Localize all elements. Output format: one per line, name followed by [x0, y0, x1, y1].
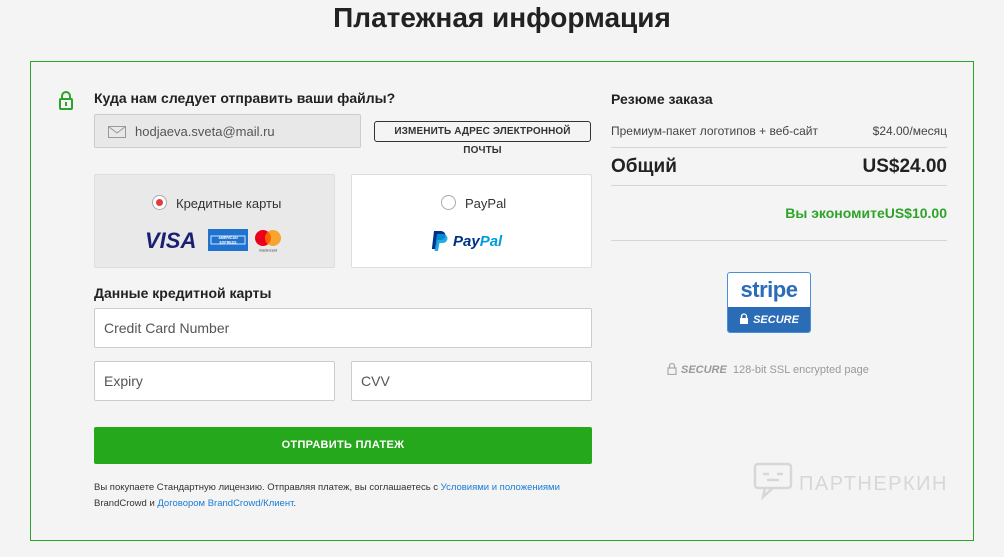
ssl-text: 128-bit SSL encrypted page — [732, 364, 869, 376]
svg-text:PayPal: PayPal — [453, 233, 503, 250]
change-email-button[interactable]: ИЗМЕНИТЬ АДРЕС ЭЛЕКТРОННОЙ ПОЧТЫ — [374, 121, 591, 156]
watermark: ПАРТНЕРКИН — [753, 462, 948, 501]
mail-icon — [108, 126, 126, 138]
legal-text: Вы покупаете Стандартную лицензию. Отпра… — [94, 480, 594, 512]
card-logos: VISA AMERICAN EXPRESS mastercard — [145, 228, 281, 253]
page-title: Платежная информация — [333, 2, 671, 33]
legal-text-part-3: . — [293, 498, 297, 509]
watermark-icon — [753, 462, 793, 501]
credit-card-radio[interactable] — [152, 195, 167, 210]
terms-link[interactable]: Условиями и положениями — [441, 482, 560, 493]
lock-icon — [59, 91, 73, 110]
summary-heading: Резюме заказа — [611, 91, 713, 107]
legal-text-part-1: Вы покупаете Стандартную лицензию. Отпра… — [94, 482, 441, 493]
visa-logo: VISA — [145, 228, 196, 253]
card-number-input[interactable]: Credit Card Number — [94, 308, 592, 348]
legal-text-part-2: BrandCrowd и — [94, 498, 158, 509]
payment-option-paypal[interactable]: PayPal PayPal — [351, 174, 592, 268]
paypal-logo: PayPal — [431, 231, 503, 251]
ssl-secure-label: SECURE — [681, 364, 727, 376]
summary-divider-middle — [611, 185, 947, 186]
payment-option-credit-card[interactable]: Кредитные карты VISA AMERICAN EXPRESS ma… — [94, 174, 335, 268]
summary-divider-bottom — [611, 240, 947, 241]
summary-item-price: $24.00/месяц — [872, 124, 947, 138]
agreement-link[interactable]: Договором BrandCrowd/Клиент — [157, 498, 293, 509]
watermark-text: ПАРТНЕРКИН — [799, 473, 948, 495]
email-value: hodjaeva.sveta@mail.ru — [135, 124, 275, 139]
paypal-label: PayPal — [465, 196, 507, 211]
card-details-heading: Данные кредитной карты — [94, 285, 272, 301]
expiry-input[interactable]: Expiry — [94, 361, 335, 401]
ssl-notice: SECURE 128-bit SSL encrypted page — [667, 362, 869, 376]
stripe-secure-badge: stripe SECURE — [727, 272, 811, 333]
credit-card-label: Кредитные карты — [176, 196, 282, 211]
stripe-secure-bar: SECURE — [728, 307, 810, 332]
savings-text: Вы экономитеUS$10.00 — [785, 205, 947, 221]
ssl-lock-icon — [667, 362, 677, 376]
svg-text:EXPRESS: EXPRESS — [220, 240, 238, 244]
total-label: Общий — [611, 156, 677, 177]
svg-text:mastercard: mastercard — [259, 249, 277, 253]
paypal-radio[interactable] — [441, 195, 456, 210]
delivery-heading: Куда нам следует отправить ваши файлы? — [94, 90, 396, 106]
stripe-brand: stripe — [740, 277, 798, 302]
stripe-secure-text: SECURE — [753, 314, 799, 326]
email-field[interactable]: hodjaeva.sveta@mail.ru — [94, 114, 361, 148]
cvv-input[interactable]: CVV — [351, 361, 592, 401]
submit-payment-button[interactable]: ОТПРАВИТЬ ПЛАТЕЖ — [94, 427, 592, 464]
summary-divider-top — [611, 147, 947, 148]
summary-item-label: Премиум-пакет логотипов + веб-сайт — [611, 124, 818, 138]
total-value: US$24.00 — [862, 156, 947, 177]
stripe-lock-icon — [740, 313, 749, 324]
